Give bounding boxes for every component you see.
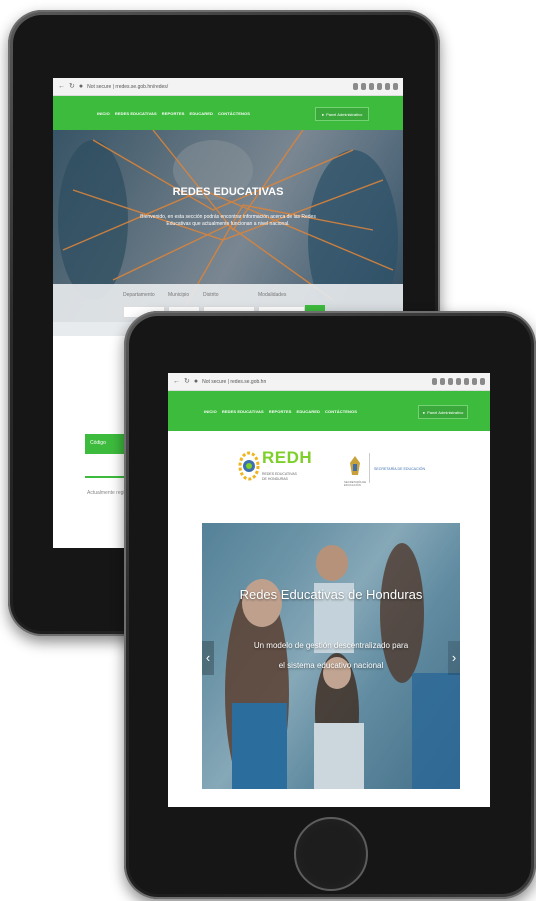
url-text[interactable]: Not secure | rredes.se.gob.hn/redes/ [87, 84, 168, 90]
filter-label: Municipio [168, 292, 190, 298]
students-photo [202, 523, 460, 789]
filter-label: Departamento [123, 292, 155, 298]
extension-icons[interactable] [353, 83, 398, 90]
logo-text: REDH [262, 448, 313, 467]
chevron-right-icon: › [451, 650, 457, 665]
table-header: Código [90, 440, 106, 446]
carousel-prev-button[interactable]: ‹ [202, 641, 214, 675]
filter-label: Distrito [203, 292, 219, 298]
hero-carousel[interactable]: Redes Educativas de Honduras Un modelo d… [202, 523, 460, 789]
main-menu: INICIO REDES EDUCATIVAS REPORTES EDUCARE… [97, 111, 250, 116]
admin-panel-button[interactable]: ● Panel Administrativo [315, 107, 369, 121]
admin-panel-button[interactable]: ● Panel Administrativo [418, 405, 468, 419]
browser-toolbar: ← ↻ ● Not secure | redes.se.gob.hn [168, 373, 490, 391]
lock-icon: ● [78, 83, 84, 90]
home-button[interactable] [294, 817, 368, 891]
menu-item[interactable]: REPORTES [162, 111, 185, 116]
back-icon[interactable]: ← [173, 378, 180, 385]
menu-item[interactable]: REDES EDUCATIVAS [115, 111, 157, 116]
user-icon: ● [321, 111, 325, 117]
main-menu: INICIO REDES EDUCATIVAS REPORTES EDUCARE… [204, 409, 357, 414]
reload-icon[interactable]: ↻ [184, 378, 190, 385]
government-logo[interactable]: SECRETARÍA DE EDUCACIÓN SECRETARÍA DE ED… [344, 451, 434, 491]
front-tablet-screen: ← ↻ ● Not secure | redes.se.gob.hn INICI… [168, 373, 490, 807]
menu-item[interactable]: CONTÁCTENOS [218, 111, 250, 116]
menu-item[interactable]: INICIO [204, 409, 217, 414]
hero-title: REDES EDUCATIVAS [172, 186, 284, 198]
carousel-next-button[interactable]: › [448, 641, 460, 675]
filter-label: Modalidades [258, 292, 287, 298]
lock-icon: ● [193, 378, 199, 385]
slide-subtitle: el sistema educativo nacional [278, 661, 384, 670]
front-tablet-frame: ← ↻ ● Not secure | redes.se.gob.hn INICI… [124, 311, 536, 899]
menu-item[interactable]: INICIO [97, 111, 110, 116]
browser-toolbar: ← ↻ ● Not secure | rredes.se.gob.hn/rede… [53, 78, 403, 96]
gov-caption: SECRETARÍA DE EDUCACIÓN [374, 467, 426, 471]
site-nav-bar: INICIO REDES EDUCATIVAS REPORTES EDUCARE… [168, 391, 490, 431]
redh-logo[interactable]: REDH REDES EDUCATIVAS DE HONDURAS [238, 446, 312, 496]
reload-icon[interactable]: ↻ [69, 83, 75, 90]
site-nav-bar: INICIO REDES EDUCATIVAS REPORTES EDUCARE… [53, 96, 403, 130]
extension-icons[interactable] [432, 378, 485, 385]
logo-subtitle: REDES EDUCATIVAS DE HONDURAS [262, 472, 297, 481]
menu-item[interactable]: REPORTES [269, 409, 292, 414]
menu-item[interactable]: EDUCARED [297, 409, 320, 414]
user-icon: ● [422, 409, 426, 415]
url-text[interactable]: Not secure | redes.se.gob.hn [202, 379, 266, 385]
coat-of-arms-icon [350, 456, 360, 475]
gov-caption: SECRETARÍA DE EDUCACIÓN [344, 480, 367, 488]
menu-item[interactable]: REDES EDUCATIVAS [222, 409, 264, 414]
logo-divider [369, 453, 370, 483]
back-icon[interactable]: ← [58, 83, 65, 90]
menu-item[interactable]: EDUCARED [190, 111, 213, 116]
slide-subtitle: Un modelo de gestión descentralizado par… [253, 641, 409, 650]
globe-hands-icon [238, 451, 260, 481]
hero-subtitle: Bienvenido, en esta sección podrás encon… [140, 214, 316, 227]
slide-title: Redes Educativas de Honduras [239, 587, 423, 602]
menu-item[interactable]: CONTÁCTENOS [325, 409, 357, 414]
chevron-left-icon: ‹ [205, 650, 211, 665]
